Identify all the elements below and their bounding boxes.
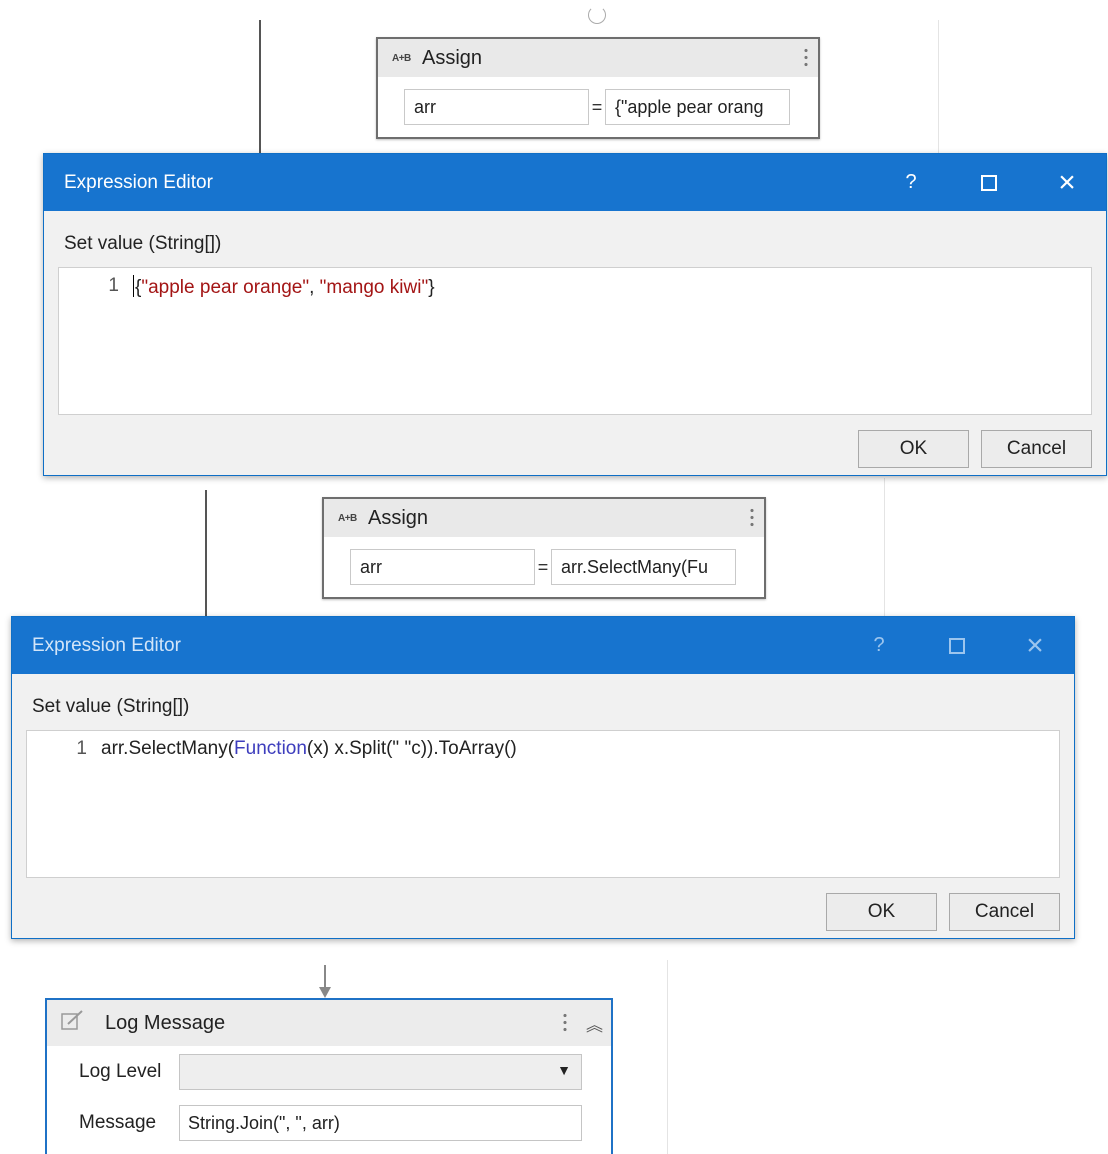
message-field[interactable]: String.Join(", ", arr) <box>179 1105 582 1141</box>
activity-title: Assign <box>368 506 429 529</box>
assign-to-field[interactable]: arr <box>350 549 535 585</box>
expression-editor-dialog: Expression Editor ? × Set value (String[… <box>43 153 1107 476</box>
code-line: 1 arr.SelectMany(Function(x) x.Split(" "… <box>27 738 517 760</box>
ok-button[interactable]: OK <box>826 893 937 931</box>
code-close-brace: } <box>428 277 435 298</box>
close-icon[interactable]: × <box>1028 167 1106 197</box>
flow-connector-line <box>259 20 261 156</box>
menu-dots-icon[interactable] <box>804 47 808 69</box>
assign-activity[interactable]: A+B Assign arr = arr.SelectMany(Fu <box>322 497 766 599</box>
line-number: 1 <box>76 738 87 759</box>
canvas-guide-line <box>884 478 885 618</box>
equals-sign: = <box>537 556 549 577</box>
dialog-title-bar: Expression Editor ? × <box>44 154 1106 211</box>
assign-activity[interactable]: A+B Assign arr = {"apple pear orang <box>376 37 820 139</box>
code-text: {"apple pear orange", "mango kiwi"} <box>133 275 435 299</box>
line-number: 1 <box>108 275 119 296</box>
activity-header: Log Message ︽ <box>47 1000 611 1046</box>
assign-icon: A+B <box>338 512 357 524</box>
flow-connector-line <box>205 490 207 618</box>
set-value-label: Set value (String[]) <box>32 696 190 717</box>
log-level-dropdown[interactable]: ▼ <box>179 1054 582 1090</box>
collapse-icon[interactable]: ︽ <box>586 1011 603 1036</box>
dialog-title-bar: Expression Editor ? × <box>12 617 1074 674</box>
cancel-button[interactable]: Cancel <box>949 893 1060 931</box>
text-caret <box>133 275 134 297</box>
expression-editor-dialog: Expression Editor ? × Set value (String[… <box>11 616 1075 939</box>
activity-header: A+B Assign <box>378 39 818 77</box>
flow-arrow-icon <box>319 965 331 998</box>
code-string-literal: "apple pear orange" <box>141 277 310 298</box>
activity-title: Log Message <box>105 1011 226 1034</box>
canvas-guide-line <box>938 20 939 154</box>
assign-to-field[interactable]: arr <box>404 89 589 125</box>
activity-title: Assign <box>422 46 483 69</box>
help-icon[interactable]: ? <box>840 634 918 657</box>
code-editor[interactable]: 1 arr.SelectMany(Function(x) x.Split(" "… <box>26 730 1060 878</box>
close-icon[interactable]: × <box>996 630 1074 660</box>
connector-handle <box>588 6 606 24</box>
code-string-literal: "mango kiwi" <box>319 277 429 298</box>
assign-value-field[interactable]: {"apple pear orang <box>605 89 790 125</box>
ok-button[interactable]: OK <box>858 430 969 468</box>
code-keyword: Function <box>234 738 307 759</box>
dialog-title: Expression Editor <box>64 171 213 193</box>
code-separator: , <box>309 277 320 298</box>
code-expression: arr.SelectMany( <box>101 738 235 759</box>
assign-value-field[interactable]: arr.SelectMany(Fu <box>551 549 736 585</box>
set-value-label: Set value (String[]) <box>64 233 222 254</box>
equals-sign: = <box>591 96 603 117</box>
maximize-icon[interactable] <box>918 634 996 657</box>
log-level-label: Log Level <box>79 1061 162 1082</box>
code-line: 1 {"apple pear orange", "mango kiwi"} <box>59 275 435 299</box>
log-message-activity[interactable]: Log Message ︽ Log Level ▼ Message String… <box>45 998 613 1154</box>
code-text: arr.SelectMany(Function(x) x.Split(" "c)… <box>101 738 517 760</box>
cancel-button[interactable]: Cancel <box>981 430 1092 468</box>
help-icon[interactable]: ? <box>872 171 950 194</box>
dropdown-arrow-icon[interactable]: ▼ <box>557 1062 571 1078</box>
assign-icon: A+B <box>392 52 411 64</box>
menu-dots-icon[interactable] <box>563 1012 567 1034</box>
canvas-guide-line <box>667 960 668 1154</box>
code-expression: (x) x.Split(" "c)).ToArray() <box>306 738 517 759</box>
log-message-icon <box>61 1009 105 1037</box>
activity-header: A+B Assign <box>324 499 764 537</box>
code-editor[interactable]: 1 {"apple pear orange", "mango kiwi"} <box>58 267 1092 415</box>
menu-dots-icon[interactable] <box>750 507 754 529</box>
dialog-title: Expression Editor <box>32 634 181 656</box>
message-label: Message <box>79 1112 157 1133</box>
maximize-icon[interactable] <box>950 171 1028 194</box>
